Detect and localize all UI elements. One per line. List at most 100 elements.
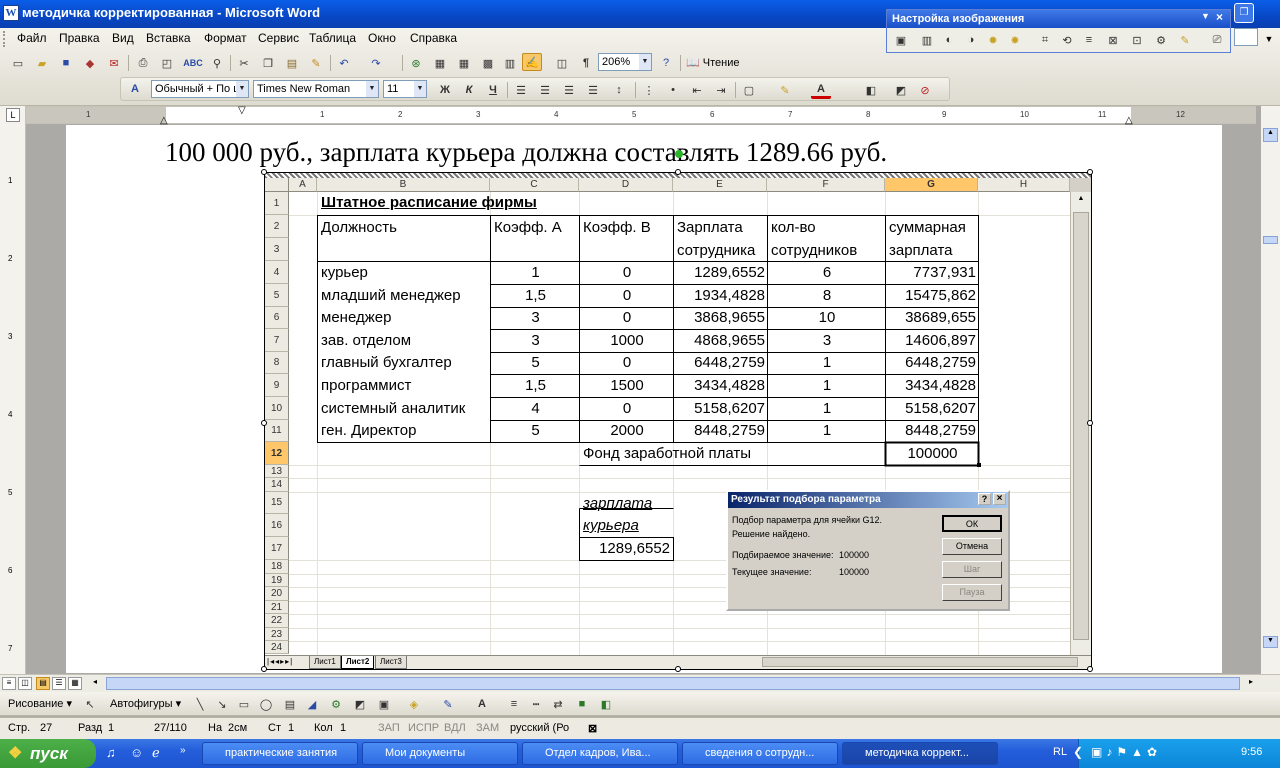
insert-image-icon[interactable]: ▣ xyxy=(374,695,394,713)
scroll-right-icon[interactable]: ▸ xyxy=(1244,677,1258,690)
decrease-indent-icon[interactable]: ⇤ xyxy=(687,81,707,99)
tray-expand-icon[interactable]: ❮ xyxy=(1073,745,1083,759)
row-header[interactable]: 21 xyxy=(265,601,289,614)
cell-position[interactable]: программист xyxy=(318,375,414,397)
hyperlink-icon[interactable]: ⊛ xyxy=(406,54,426,72)
cell-position[interactable]: курьер xyxy=(318,262,371,284)
sheet-horizontal-scrollbar[interactable] xyxy=(762,657,1078,667)
diagram-icon[interactable]: ⚙ xyxy=(326,695,346,713)
insert-excel-icon[interactable]: ▩ xyxy=(478,54,498,72)
cell-salary[interactable]: 5158,6207 xyxy=(674,398,768,420)
cell-coeff-b[interactable]: 1000 xyxy=(580,330,674,352)
cell-coeff-b[interactable]: 0 xyxy=(580,307,674,329)
menu-edit[interactable]: Правка xyxy=(59,31,100,45)
menu-insert[interactable]: Вставка xyxy=(146,31,191,45)
row-header[interactable]: 7 xyxy=(265,329,289,352)
status-ext[interactable]: ВДЛ xyxy=(444,722,466,734)
fill-color-icon[interactable]: ◈ xyxy=(404,695,424,713)
row-header[interactable]: 19 xyxy=(265,574,289,587)
row-header[interactable]: 16 xyxy=(265,514,289,537)
header-count-2[interactable]: сотрудников xyxy=(768,240,860,262)
style-select[interactable]: Обычный + По ц ▼ xyxy=(151,80,249,98)
horizontal-scrollbar[interactable]: ≡ ◫ ▤ ☰ ▦ ◂ ▸ xyxy=(0,674,1280,692)
font-size-select[interactable]: 11 ▼ xyxy=(383,80,427,98)
messenger-icon[interactable]: ☺ xyxy=(130,745,143,760)
cell-position[interactable]: ген. Директор xyxy=(318,420,419,442)
row-header[interactable]: 2 xyxy=(265,215,289,238)
header-salary-2[interactable]: сотрудника xyxy=(674,240,758,262)
cell-coeff-a[interactable]: 3 xyxy=(491,307,580,329)
cell-count[interactable]: 3 xyxy=(768,330,886,352)
header-coeff-a[interactable]: Коэфф. А xyxy=(491,217,565,239)
save-icon[interactable]: ■ xyxy=(56,54,76,72)
shadow-icon[interactable]: ■ xyxy=(572,695,592,713)
format-picture-icon[interactable]: ⚙ xyxy=(1151,31,1171,49)
columns-icon[interactable]: ▥ xyxy=(500,54,520,72)
column-header-b[interactable]: B xyxy=(317,178,490,192)
print-layout-icon[interactable]: ▤ xyxy=(36,677,50,690)
italic-button[interactable]: К xyxy=(459,81,479,99)
reject-change-icon[interactable]: ⊘ xyxy=(915,81,935,99)
oval-tool-icon[interactable]: ◯ xyxy=(256,695,276,713)
close-icon[interactable]: × xyxy=(1216,10,1223,24)
cell-count[interactable]: 10 xyxy=(768,307,886,329)
format-painter-icon[interactable]: ✎ xyxy=(306,54,326,72)
keyboard-language[interactable]: RL xyxy=(1053,746,1067,758)
cancel-button[interactable]: Отмена xyxy=(942,538,1002,555)
research-icon[interactable]: ⚲ xyxy=(207,54,227,72)
tab-nav-arrows-icon[interactable]: |◂◂▸▸| xyxy=(267,657,293,666)
cell-coeff-a[interactable]: 5 xyxy=(491,352,580,374)
row-header[interactable]: 14 xyxy=(265,478,289,492)
ok-button[interactable]: ОК xyxy=(942,515,1002,532)
align-center-icon[interactable]: ☰ xyxy=(535,81,555,99)
insert-table-icon[interactable]: ▦ xyxy=(454,54,474,72)
status-trk[interactable]: ИСПР xyxy=(408,722,439,734)
menu-window[interactable]: Окно xyxy=(368,31,396,45)
show-markup-icon[interactable]: ◩ xyxy=(891,81,911,99)
column-header-f[interactable]: F xyxy=(767,178,885,192)
cell-coeff-b[interactable]: 0 xyxy=(580,262,674,284)
borders-icon[interactable]: ▢ xyxy=(739,81,759,99)
row-header[interactable]: 15 xyxy=(265,492,289,514)
wordart-icon[interactable]: ◢ xyxy=(302,695,322,713)
cell-coeff-b[interactable]: 0 xyxy=(580,398,674,420)
cell-position[interactable]: менеджер xyxy=(318,307,394,329)
cell-total[interactable]: 6448,2759 xyxy=(886,352,979,374)
autoshapes-menu[interactable]: Автофигуры ▾ xyxy=(110,697,181,710)
header-salary[interactable]: Зарплата xyxy=(674,217,746,239)
courier-label-2[interactable]: курьера xyxy=(580,515,642,537)
status-language[interactable]: русский (Ро xyxy=(510,722,569,734)
task-button[interactable]: сведения о сотрудн... xyxy=(682,742,838,765)
cut-icon[interactable]: ✂ xyxy=(234,54,254,72)
read-mode-button[interactable]: 📖 Чтение xyxy=(686,56,739,69)
resize-handle[interactable] xyxy=(675,169,681,175)
quick-launch-expand-icon[interactable]: » xyxy=(180,745,186,756)
align-right-icon[interactable]: ☰ xyxy=(559,81,579,99)
cell-count[interactable]: 1 xyxy=(768,420,886,442)
task-button[interactable]: Отдел кадров, Ива... xyxy=(522,742,678,765)
textbox-tool-icon[interactable]: ▤ xyxy=(280,695,300,713)
less-contrast-icon[interactable]: ◑ xyxy=(961,31,981,49)
line-tool-icon[interactable]: ╲ xyxy=(190,695,210,713)
color-icon[interactable]: ▥ xyxy=(917,31,937,49)
cell-total[interactable]: 14606,897 xyxy=(886,330,979,352)
help-icon[interactable]: ? xyxy=(656,54,676,72)
vertical-scrollbar[interactable]: ▲ ▼ xyxy=(1261,106,1280,674)
help-icon[interactable]: ? xyxy=(978,493,991,505)
outline-view-icon[interactable]: ☰ xyxy=(52,677,66,690)
menu-file[interactable]: Файл xyxy=(17,31,47,45)
step-button[interactable]: Шаг xyxy=(942,561,1002,578)
cell-total[interactable]: 3434,4828 xyxy=(886,375,979,397)
cell-position[interactable]: младший менеджер xyxy=(318,285,464,307)
resize-handle[interactable] xyxy=(261,666,267,672)
first-line-indent-icon[interactable]: ▽ xyxy=(238,105,246,116)
reading-view-icon[interactable]: ▦ xyxy=(68,677,82,690)
row-header[interactable]: 20 xyxy=(265,587,289,601)
scroll-left-icon[interactable]: ◂ xyxy=(88,677,102,690)
web-view-icon[interactable]: ◫ xyxy=(18,677,32,690)
document-line[interactable]: 100 000 руб., зарплата курьера должна со… xyxy=(165,137,887,168)
browser-icon[interactable]: ℯ xyxy=(152,745,160,761)
insert-picture-icon[interactable]: ▣ xyxy=(891,31,911,49)
status-ovr[interactable]: ЗАМ xyxy=(476,722,499,734)
cell-total[interactable]: 7737,931 xyxy=(886,262,979,284)
